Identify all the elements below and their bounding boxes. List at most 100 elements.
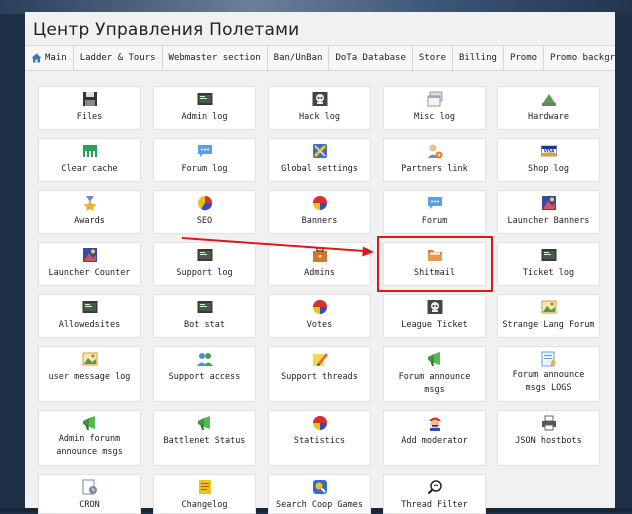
chat-bubble-icon <box>427 197 442 209</box>
tile-cron[interactable]: CRON <box>38 474 141 514</box>
skull-terminal-icon <box>312 92 327 106</box>
tile-statistics[interactable]: Statistics <box>268 410 371 466</box>
tile-label: Clear cache <box>61 164 118 174</box>
medal-icon <box>83 196 96 211</box>
tile-label: Forum announce msgs <box>398 372 471 395</box>
tile-hardware[interactable]: Hardware <box>497 86 600 130</box>
tile-partners-link[interactable]: Partners link <box>383 138 486 182</box>
tile-admin-forum-announce-msgs[interactable]: Admin forunm announce msgs <box>38 410 141 466</box>
tile-forum-log[interactable]: Forum log <box>153 138 256 182</box>
tile-bot-stat[interactable]: Bot stat <box>153 294 256 338</box>
tile-label: Search Coop Games <box>276 500 363 510</box>
tile-forum-announce-msgs-logs[interactable]: Forum announce msgs LOGS <box>497 346 600 402</box>
tile-label: Global settings <box>281 164 358 174</box>
tile-add-moderator[interactable]: Add moderator <box>383 410 486 466</box>
tile-label: Misc log <box>414 112 455 122</box>
tile-ticket-log[interactable]: Ticket log <box>497 242 600 286</box>
tile-label: Forum log <box>181 164 228 174</box>
tile-battlenet-status[interactable]: Battlenet Status <box>153 410 256 466</box>
tile-label: Allowedsites <box>58 320 121 330</box>
game-search-icon <box>312 480 327 494</box>
tile-label: Admin log <box>181 112 228 122</box>
tile-support-threads[interactable]: Support threads <box>268 346 371 402</box>
admin-tiles-grid: Files Admin log Hack log Misc log Hardwa… <box>0 0 600 514</box>
tile-support-access[interactable]: Support access <box>153 346 256 402</box>
tile-label: SEO <box>196 216 213 226</box>
tile-forum-announce-msgs[interactable]: Forum announce msgs <box>383 346 486 402</box>
tile-launcher-counter[interactable]: Launcher Counter <box>38 242 141 286</box>
tile-shitmail[interactable]: Shitmail <box>383 242 486 286</box>
tile-label: Forum announce msgs LOGS <box>512 370 585 393</box>
tile-label: Shop log <box>528 164 569 174</box>
magnifier-icon <box>427 480 442 495</box>
visa-card-icon: VISA <box>540 145 557 157</box>
terminal-icon <box>197 249 212 261</box>
briefcase-icon <box>312 247 327 262</box>
tile-changelog[interactable]: Changelog <box>153 474 256 514</box>
tile-label: Support log <box>176 268 233 278</box>
tile-allowedsites[interactable]: Allowedsites <box>38 294 141 338</box>
tile-user-message-log[interactable]: user message log <box>38 346 141 402</box>
tile-banners[interactable]: Banners <box>268 190 371 234</box>
tile-shop-log[interactable]: VISA Shop log <box>497 138 600 182</box>
window-stack-icon <box>427 91 442 107</box>
tools-icon <box>312 144 327 158</box>
user-add-icon <box>427 144 442 159</box>
users-icon <box>196 353 213 366</box>
skull-terminal-icon <box>427 300 442 314</box>
tile-label: user message log <box>48 372 131 382</box>
document-clock-icon <box>82 479 97 495</box>
tile-label: Launcher Banners <box>507 216 590 226</box>
tile-clear-cache[interactable]: Clear cache <box>38 138 141 182</box>
tile-launcher-banners[interactable]: Launcher Banners <box>497 190 600 234</box>
tile-search-coop-games[interactable]: Search Coop Games <box>268 474 371 514</box>
tile-label: Hack log <box>299 112 340 122</box>
tile-misc-log[interactable]: Misc log <box>383 86 486 130</box>
tile-thread-filter[interactable]: Thread Filter <box>383 474 486 514</box>
tile-label: Votes <box>306 320 333 330</box>
tile-label: CRON <box>79 500 100 510</box>
tile-global-settings[interactable]: Global settings <box>268 138 371 182</box>
tile-admin-log[interactable]: Admin log <box>153 86 256 130</box>
tile-label: Awards <box>74 216 105 226</box>
tile-json-hostbots[interactable]: JSON hostbots <box>497 410 600 466</box>
tile-label: Statistics <box>293 436 346 446</box>
printer-icon <box>541 415 556 431</box>
tile-league-ticket[interactable]: League Ticket <box>383 294 486 338</box>
tile-forum[interactable]: Forum <box>383 190 486 234</box>
tile-label: Partners link <box>401 164 468 174</box>
terminal-icon <box>82 301 97 313</box>
folder-open-icon <box>427 250 442 261</box>
image-icon <box>82 248 97 262</box>
tile-label: Thread Filter <box>401 500 468 510</box>
megaphone-icon <box>427 352 440 366</box>
tile-label: Admin forunm announce msgs <box>56 434 123 457</box>
image-icon <box>541 196 556 210</box>
tile-strange-lang-forum[interactable]: Strange Lang Forum <box>497 294 600 338</box>
megaphone-icon <box>82 416 95 430</box>
terminal-icon <box>197 93 212 105</box>
hardware-icon <box>541 94 556 106</box>
tile-admins[interactable]: Admins <box>268 242 371 286</box>
terminal-icon <box>541 249 556 261</box>
pie-chart-icon <box>312 196 327 210</box>
tile-label: JSON hostbots <box>515 436 582 446</box>
photo-icon <box>541 300 556 314</box>
notebook-icon <box>198 480 211 494</box>
chip-icon <box>82 145 97 157</box>
tile-label: Banners <box>301 216 338 226</box>
floppy-disk-icon <box>82 92 97 106</box>
tile-seo[interactable]: SEO <box>153 190 256 234</box>
megaphone-icon <box>197 416 210 430</box>
tile-awards[interactable]: Awards <box>38 190 141 234</box>
tile-label: Shitmail <box>414 268 455 278</box>
tile-label: Battlenet Status <box>163 436 246 446</box>
pencil-note-icon <box>312 353 328 366</box>
tile-support-log[interactable]: Support log <box>153 242 256 286</box>
tile-label: Launcher Counter <box>48 268 131 278</box>
tile-votes[interactable]: Votes <box>268 294 371 338</box>
tile-files[interactable]: Files <box>38 86 141 130</box>
tile-hack-log[interactable]: Hack log <box>268 86 371 130</box>
star-document-icon <box>541 351 556 367</box>
tile-label: Strange Lang Forum <box>502 320 595 330</box>
